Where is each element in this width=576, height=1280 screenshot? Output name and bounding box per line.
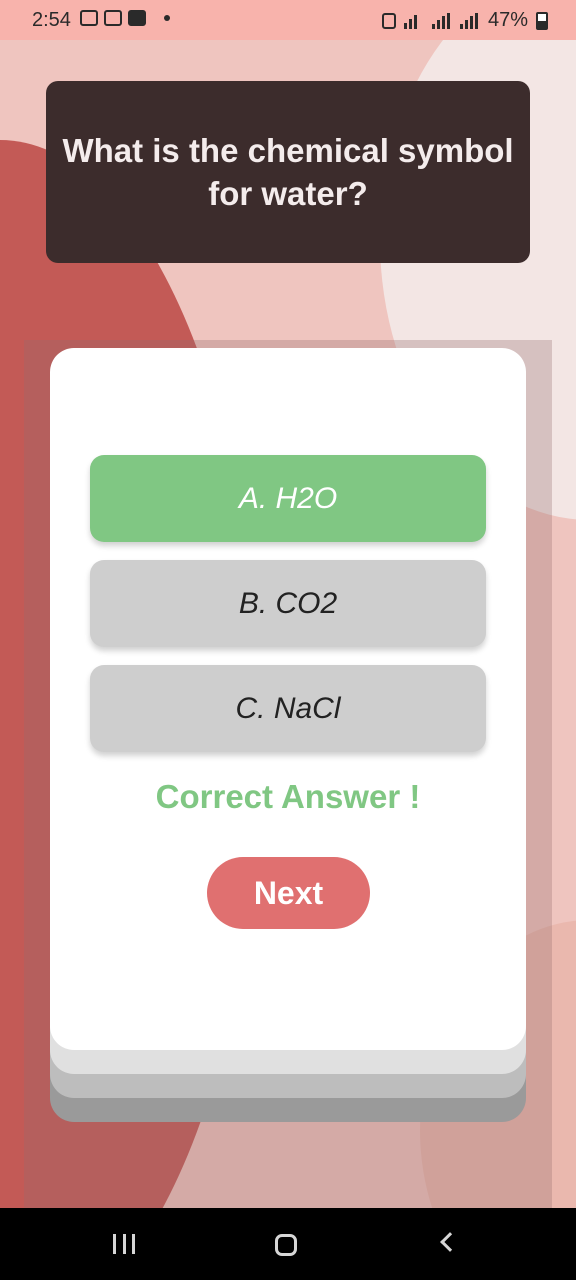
option-label: B. CO2 [238,586,338,620]
option-c-button[interactable]: C. NaCl [90,665,486,752]
option-a-button[interactable]: A. H2O [90,455,486,542]
image-icon [80,10,98,26]
signal-icon [431,12,452,29]
answer-card: A. H2O B. CO2 C. NaCl Correct Answer ! N… [50,348,526,1050]
navigation-bar [0,1208,576,1280]
question-text: What is the chemical symbol for water? [62,132,514,212]
status-right-icons: 47% [381,9,548,32]
recents-icon[interactable] [113,1234,135,1254]
wifi-icon [403,13,424,29]
notification-dot-icon [164,15,170,21]
status-left-icons [80,10,170,26]
battery-icon [536,11,548,30]
chat-icon [104,10,122,26]
battery-text: 47% [487,9,528,31]
option-label: C. NaCl [235,691,341,725]
feedback-text: Correct Answer ! [155,778,421,815]
question-box: What is the chemical symbol for water? [46,81,530,263]
call-signal-icon [459,12,480,29]
next-button[interactable]: Next [207,857,370,929]
option-b-button[interactable]: B. CO2 [90,560,486,647]
lock-icon [381,12,396,29]
option-label: A. H2O [238,481,338,515]
next-button-label: Next [253,874,324,911]
status-bar: 2:54 47% [0,0,576,40]
status-time: 2:54 [32,9,71,31]
folder-icon [128,10,146,26]
home-icon[interactable] [275,1234,297,1256]
back-icon[interactable] [440,1232,460,1252]
